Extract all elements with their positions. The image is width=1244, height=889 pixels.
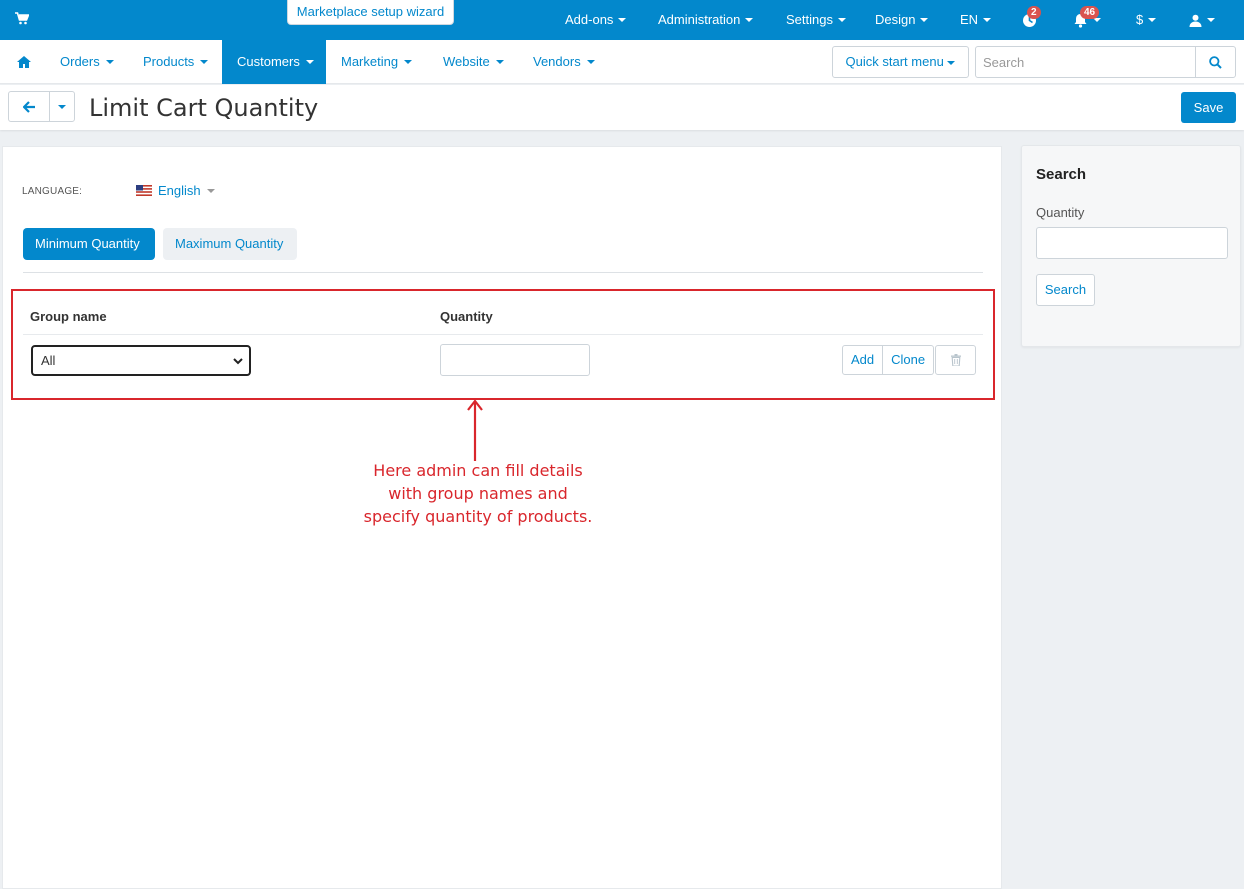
global-search-button[interactable] (1195, 47, 1235, 77)
nav-products-label: Products (143, 54, 195, 69)
menu-user[interactable] (1189, 0, 1215, 40)
chevron-down-icon (305, 60, 314, 64)
search-icon (1209, 55, 1222, 69)
table-row-divider (23, 334, 983, 335)
group-name-value: All (41, 353, 56, 368)
nav-marketing[interactable]: Marketing (341, 40, 413, 84)
menu-design-label: Design (875, 12, 916, 27)
divider (23, 272, 983, 273)
nav-marketing-label: Marketing (341, 54, 399, 69)
chevron-down-icon (58, 104, 66, 109)
menu-language[interactable]: EN (960, 0, 992, 40)
chevron-down-icon (495, 60, 504, 64)
quick-start-label: Quick start menu (845, 54, 944, 69)
user-icon (1189, 14, 1202, 27)
quantity-input[interactable] (440, 344, 590, 376)
menu-settings[interactable]: Settings (786, 0, 846, 40)
sidebar-title: Search (1036, 166, 1087, 183)
tab-maximum-quantity[interactable]: Maximum Quantity (163, 228, 297, 260)
menu-addons[interactable]: Add-ons (565, 0, 627, 40)
nav-orders[interactable]: Orders (60, 40, 114, 84)
cart-icon[interactable] (15, 12, 30, 28)
updates-count-badge: 2 (1027, 6, 1041, 19)
row-actions: Add Clone (842, 345, 977, 375)
language-selector[interactable]: English (136, 183, 215, 198)
sidebar-quantity-input[interactable] (1036, 227, 1228, 259)
menu-language-label: EN (960, 12, 979, 27)
annotation-text: Here admin can fill details with group n… (363, 461, 593, 526)
language-label: LANGUAGE: (22, 186, 83, 197)
arrow-left-icon (22, 100, 35, 113)
home-button[interactable] (17, 40, 31, 84)
back-button[interactable] (8, 91, 50, 122)
save-button[interactable]: Save (1181, 92, 1236, 123)
notifications-count-badge: 46 (1080, 6, 1100, 19)
page-title: Limit Cart Quantity (89, 94, 319, 122)
chevron-down-icon (920, 18, 929, 22)
us-flag-icon (136, 185, 152, 196)
chevron-down-icon (1207, 18, 1215, 22)
column-header-group-name: Group name (30, 309, 107, 324)
nav-website[interactable]: Website (443, 40, 504, 84)
nav-website-label: Website (443, 54, 490, 69)
annotation-arrow-icon (467, 399, 483, 461)
language-value: English (158, 183, 201, 198)
chevron-down-icon (586, 60, 595, 64)
chevron-down-icon (983, 18, 992, 22)
top-bar: Marketplace setup wizard Add-ons Adminis… (0, 0, 1244, 40)
nav-customers[interactable]: Customers (222, 40, 326, 84)
chevron-down-icon (947, 60, 956, 65)
sidebar-quantity-label: Quantity (1036, 205, 1085, 220)
chevron-down-icon (1148, 18, 1157, 22)
nav-customers-label: Customers (237, 54, 300, 69)
nav-products[interactable]: Products (143, 40, 209, 84)
marketplace-setup-wizard-button[interactable]: Marketplace setup wizard (287, 0, 454, 25)
chevron-down-icon (206, 188, 215, 193)
home-icon (17, 56, 31, 68)
menu-administration-label: Administration (658, 12, 741, 27)
menu-settings-label: Settings (786, 12, 833, 27)
add-button[interactable]: Add (842, 345, 884, 375)
nav-vendors-label: Vendors (533, 54, 581, 69)
nav-vendors[interactable]: Vendors (533, 40, 595, 84)
chevron-down-icon (233, 358, 243, 365)
menu-design[interactable]: Design (875, 0, 929, 40)
nav-orders-label: Orders (60, 54, 100, 69)
global-search-input[interactable] (976, 47, 1196, 77)
quick-start-menu-button[interactable]: Quick start menu (832, 46, 969, 78)
chevron-down-icon (745, 18, 754, 22)
column-header-quantity: Quantity (440, 309, 493, 324)
main-content: LANGUAGE: English Minimum Quantity Maxim… (2, 146, 1002, 889)
global-search (975, 46, 1236, 78)
page-header: Limit Cart Quantity Save (0, 85, 1244, 130)
menu-addons-label: Add-ons (565, 12, 614, 27)
group-name-select[interactable]: All (31, 345, 251, 376)
menu-administration[interactable]: Administration (658, 0, 754, 40)
menu-currency[interactable]: $ (1136, 0, 1157, 40)
tab-minimum-quantity[interactable]: Minimum Quantity (23, 228, 155, 260)
back-history-dropdown[interactable] (49, 91, 75, 122)
chevron-down-icon (618, 18, 627, 22)
chevron-down-icon (404, 60, 413, 64)
delete-button[interactable] (935, 345, 977, 375)
chevron-down-icon (200, 60, 209, 64)
sidebar-search-button[interactable]: Search (1036, 274, 1095, 306)
currency-label: $ (1136, 12, 1144, 27)
trash-icon (950, 354, 961, 366)
main-navigation: Orders Products Customers Marketing Webs… (0, 40, 1244, 84)
chevron-down-icon (105, 60, 114, 64)
chevron-down-icon (837, 18, 846, 22)
search-sidebar: Search Quantity Search (1021, 145, 1241, 347)
clone-button[interactable]: Clone (883, 345, 935, 375)
